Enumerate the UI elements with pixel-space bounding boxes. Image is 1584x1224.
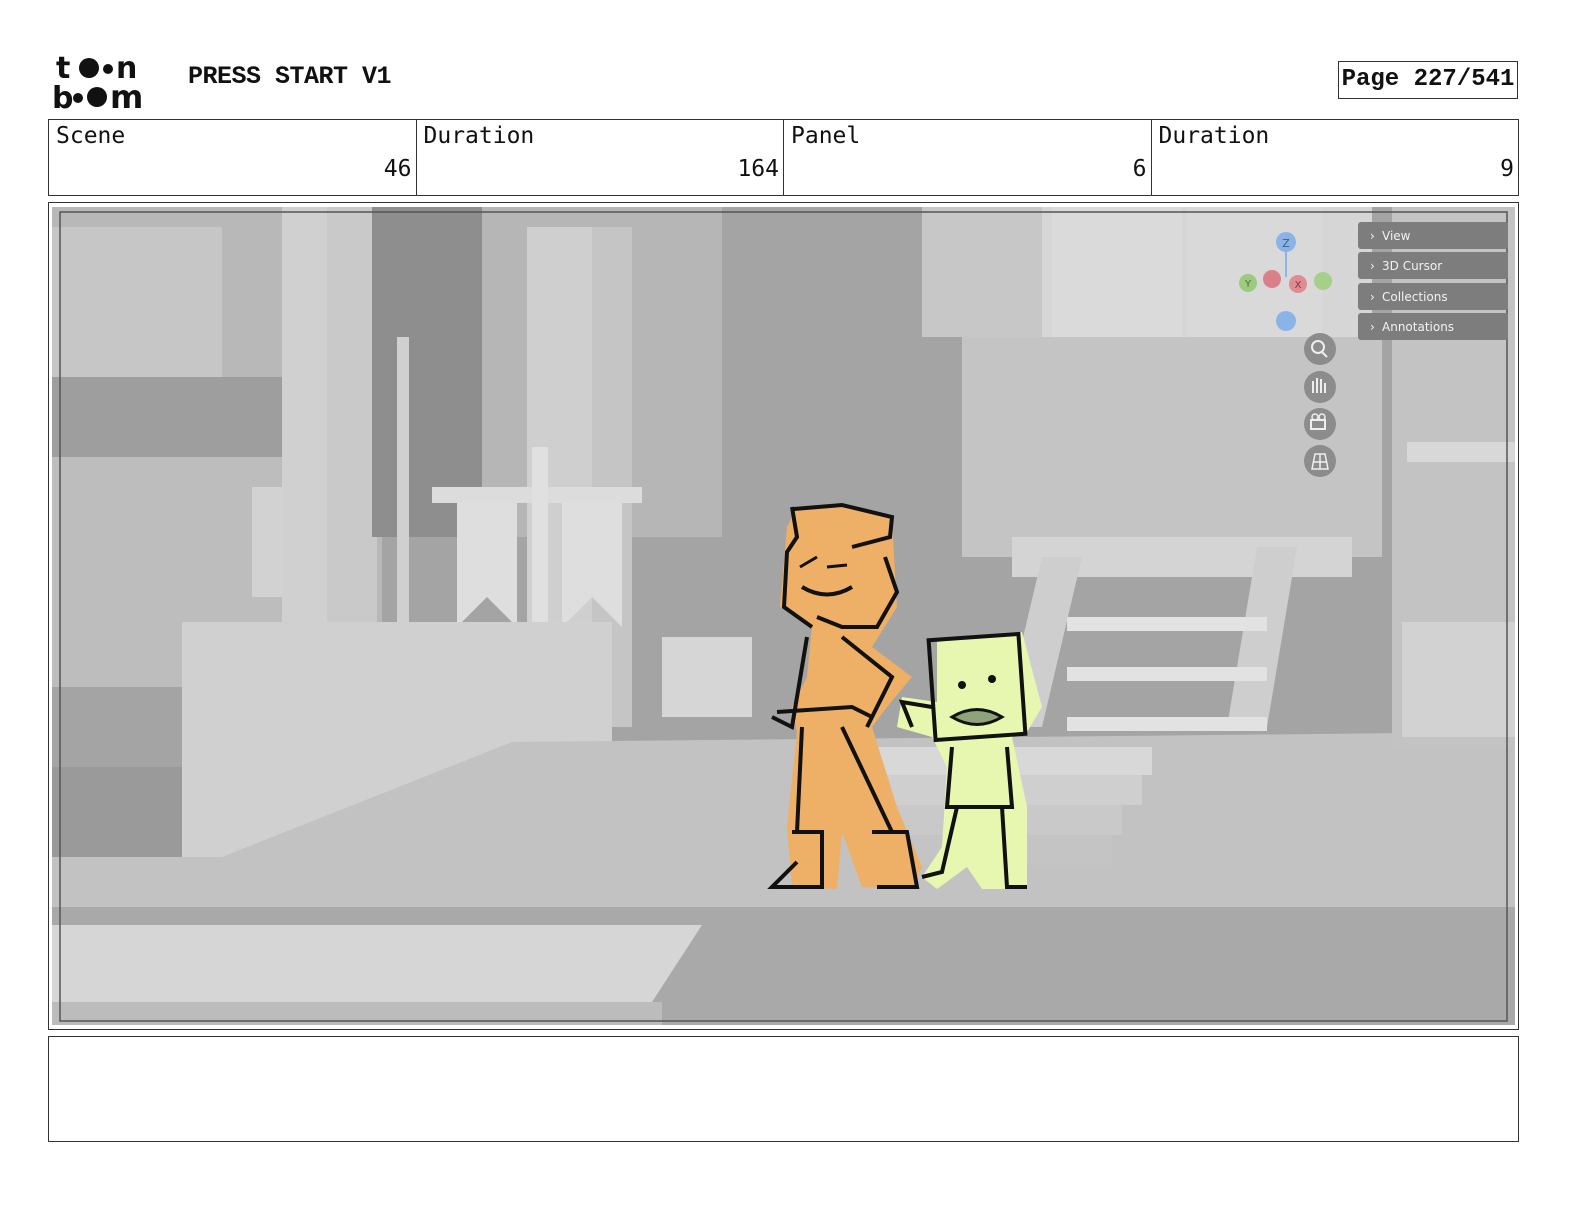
gizmo-axis-y: Y [1244,279,1252,290]
scene-cell: Scene 46 [49,120,417,195]
storyboard-drawing: Z Y X › View › 3D Cursor › Collections ›… [52,207,1515,1025]
scene-info-table: Scene 46 Duration 164 Panel 6 Duration 9 [48,119,1519,196]
scene-duration-label: Duration [423,123,535,149]
gizmo-axis-z: Z [1282,237,1290,250]
panel-duration-cell: Duration 9 [1152,120,1519,195]
gizmo-axis-x: X [1295,280,1302,291]
svg-text:m: m [110,78,143,112]
scene-value: 46 [383,156,412,182]
svg-text:b: b [52,81,73,112]
panel-label: Panel [791,123,861,149]
svg-text:›: › [1370,320,1375,334]
scene-duration-value: 164 [737,156,779,182]
camera-icon[interactable] [1304,408,1336,440]
svg-text:›: › [1370,229,1375,243]
scene-duration-cell: Duration 164 [417,120,784,195]
sidebar-tab-collections[interactable]: › Collections [1358,283,1508,310]
panel-notes[interactable] [48,1036,1519,1142]
panel-image: Z Y X › View › 3D Cursor › Collections ›… [52,207,1515,1025]
sidebar-tab-annotations-label: Annotations [1382,320,1454,334]
toon-boom-logo: t n b m [52,50,164,116]
zoom-icon[interactable] [1304,333,1336,365]
page-indicator: Page 227/541 [1338,61,1518,99]
panel-cell: Panel 6 [784,120,1152,195]
panel-duration-label: Duration [1158,123,1270,149]
svg-text:›: › [1370,290,1375,304]
sidebar-tab-3d-cursor-label: 3D Cursor [1382,259,1442,273]
sidebar-tab-view[interactable]: › View [1358,222,1508,249]
panel-value: 6 [1132,156,1147,182]
sidebar-tab-3d-cursor[interactable]: › 3D Cursor [1358,252,1508,279]
sidebar-tab-annotations[interactable]: › Annotations [1358,313,1508,340]
hand-icon[interactable] [1304,371,1336,403]
panel-duration-value: 9 [1500,156,1514,182]
sidebar-tab-collections-label: Collections [1382,290,1448,304]
grid-icon[interactable] [1304,445,1336,477]
svg-text:›: › [1370,259,1375,273]
scene-label: Scene [56,123,126,149]
panel-frame: Z Y X › View › 3D Cursor › Collections ›… [48,202,1519,1030]
sidebar-tab-view-label: View [1382,229,1411,243]
project-title: PRESS START V1 [188,62,392,91]
